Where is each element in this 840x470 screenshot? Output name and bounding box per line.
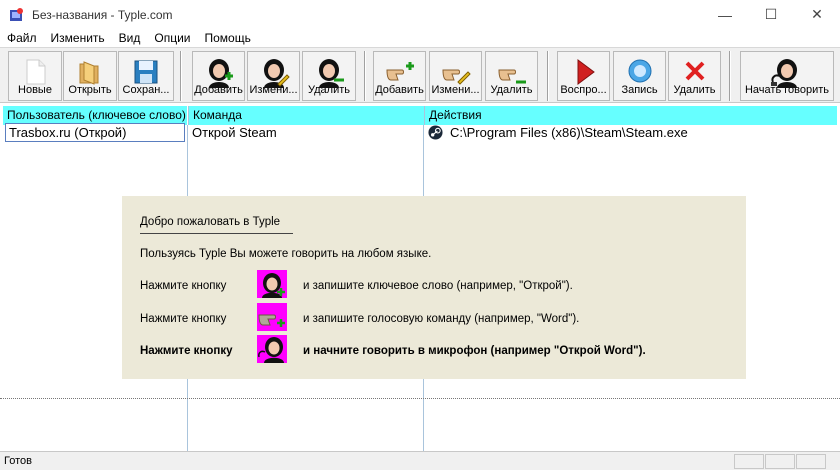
toolbar-separator — [180, 51, 182, 101]
column-header-actions[interactable]: Действия — [424, 106, 837, 125]
menu-file[interactable]: Файл — [0, 31, 44, 45]
welcome-step-label: Нажмите кнопку — [140, 280, 227, 292]
play-icon — [577, 59, 595, 85]
close-button[interactable]: ✕ — [794, 0, 840, 29]
action-path: C:\Program Files (x86)\Steam\Steam.exe — [450, 125, 688, 140]
toolbar-separator — [547, 51, 549, 101]
app-icon — [10, 7, 23, 21]
row-grid-line — [0, 398, 840, 399]
minimize-button[interactable]: — — [702, 0, 748, 29]
cell-user[interactable]: Trasbox.ru (Открой) — [5, 123, 185, 142]
start-speaking-icon — [771, 59, 797, 88]
window-title: Без-названия - Typle.com — [32, 7, 173, 22]
record-icon — [628, 59, 651, 83]
delete-action-button[interactable]: Удалить — [668, 51, 721, 101]
welcome-step-text: и запишите голосовую команду (например, … — [303, 313, 580, 325]
edit-user-button[interactable]: Измени... — [247, 51, 300, 101]
status-panel — [796, 454, 826, 469]
add-user-button[interactable]: Добавить — [192, 51, 245, 101]
menu-bar: Файл Изменить Вид Опции Помощь — [0, 29, 840, 47]
menu-help[interactable]: Помощь — [198, 31, 258, 45]
toolbar-separator — [364, 51, 366, 101]
welcome-step-text: и начните говорить в микрофон (например … — [303, 345, 646, 357]
user-remove-icon — [319, 59, 344, 88]
command-add-icon — [385, 62, 414, 81]
steam-icon — [428, 125, 443, 140]
welcome-step-label: Нажмите кнопку — [140, 313, 227, 325]
welcome-title-underline — [140, 233, 293, 234]
start-speaking-button[interactable]: Начать говорить — [740, 51, 834, 101]
toolbar-separator — [729, 51, 731, 101]
menu-edit[interactable]: Изменить — [44, 31, 112, 45]
menu-view[interactable]: Вид — [112, 31, 148, 45]
floppy-disk-icon — [134, 60, 158, 84]
user-edit-icon — [263, 59, 290, 88]
play-button[interactable]: Воспро... — [557, 51, 610, 101]
new-button[interactable]: Новые — [8, 51, 62, 101]
save-button[interactable]: Сохран... — [118, 51, 174, 101]
welcome-title: Добро пожаловать в Typle — [140, 216, 281, 228]
add-command-button[interactable]: Добавить — [373, 51, 426, 101]
start-speaking-icon — [257, 335, 287, 363]
command-edit-icon — [441, 69, 471, 85]
menu-options[interactable]: Опции — [147, 31, 197, 45]
welcome-intro: Пользуясь Typle Вы можете говорить на лю… — [140, 248, 432, 260]
user-add-icon — [257, 270, 287, 298]
command-add-icon — [257, 303, 287, 331]
record-button[interactable]: Запись — [613, 51, 666, 101]
delete-x-icon — [685, 61, 704, 81]
welcome-step-text: и запишите ключевое слово (например, "От… — [303, 280, 573, 292]
cell-action[interactable]: C:\Program Files (x86)\Steam\Steam.exe — [428, 125, 688, 140]
delete-command-button[interactable]: Удалить — [485, 51, 538, 101]
new-document-icon — [26, 59, 46, 85]
status-text: Готов — [4, 455, 32, 467]
cell-command[interactable]: Открой Steam — [192, 125, 277, 140]
edit-command-button[interactable]: Измени... — [429, 51, 482, 101]
user-add-icon — [208, 59, 233, 88]
command-remove-icon — [497, 69, 526, 84]
maximize-button[interactable]: ☐ — [748, 0, 794, 29]
status-bar: Готов — [0, 451, 840, 470]
welcome-panel: Добро пожаловать в Typle Пользуясь Typle… — [122, 196, 746, 379]
open-button[interactable]: Открыть — [63, 51, 117, 101]
toolbar: Новые Открыть Сохран... Добавить Измени.… — [0, 47, 840, 103]
status-panel — [734, 454, 764, 469]
delete-user-button[interactable]: Удалить — [302, 51, 356, 101]
title-bar: Без-названия - Typle.com — ☐ ✕ — [0, 0, 840, 29]
column-header-command[interactable]: Команда — [188, 106, 424, 125]
status-panel — [765, 454, 795, 469]
welcome-step-label: Нажмите кнопку — [140, 345, 233, 357]
folder-open-icon — [79, 61, 99, 85]
